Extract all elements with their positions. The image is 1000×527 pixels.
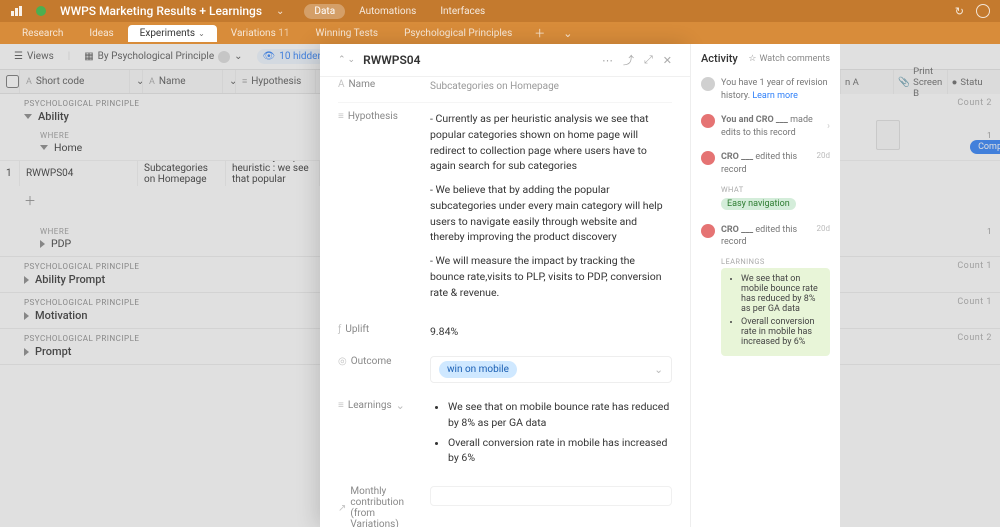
activity-title: Activity [701,52,738,65]
tab-ideas[interactable]: Ideas [77,25,125,42]
field-label-monthly: Monthly contribution (from Variations) [350,486,418,527]
avatar [701,224,715,238]
field-value-name[interactable]: Subcategories on Homepage [430,79,672,94]
activity-section-label: LEARNINGS [721,257,830,266]
expand-icon[interactable]: ⤢ [644,53,653,67]
tab-psychological-principles[interactable]: Psychological Principles [392,25,524,42]
avatar [701,77,715,91]
field-value-uplift[interactable]: 9.84% [430,324,672,340]
field-label-hypothesis: Hypothesis [348,111,398,122]
chevron-up-icon[interactable]: ⌃ [338,55,346,65]
learn-more-link[interactable]: Learn more [752,91,798,101]
field-label-name: Name [349,79,376,90]
field-value-outcome[interactable]: win on mobile ⌄ [430,356,672,383]
tab-research[interactable]: Research [10,25,75,42]
record-nav[interactable]: ⌃⌄ [338,55,355,65]
close-icon[interactable]: ✕ [663,54,672,67]
tab-winning-tests[interactable]: Winning Tests [303,25,390,42]
help-icon[interactable] [976,4,990,18]
avatar [701,151,715,165]
nav-pill-automations[interactable]: Automations [349,4,426,19]
table-tabs: Research Ideas Experiments⌄ Variations 1… [0,22,1000,44]
field-value-hypothesis[interactable]: - Currently as per heuristic analysis we… [430,111,672,308]
field-label-learnings: Learnings [348,400,392,411]
watch-comments-button[interactable]: ☆ Watch comments [748,54,830,64]
outcome-tag[interactable]: win on mobile [439,361,517,378]
avatar [701,114,715,128]
tab-experiments[interactable]: Experiments⌄ [128,25,217,42]
field-label-uplift: Uplift [345,324,369,335]
activity-item: You have 1 year of revision history. Lea… [701,71,830,108]
chevron-down-icon[interactable]: ⌄ [654,362,663,378]
field-label-outcome: Outcome [351,356,392,367]
history-icon[interactable]: ↻ [955,5,964,18]
add-table-button[interactable]: ＋ [526,25,553,41]
chevron-down-icon[interactable]: ⌄ [276,6,284,17]
activity-learnings-card: We see that on mobile bounce rate has re… [721,268,830,356]
app-header: WWPS Marketing Results + Learnings ⌄ Dat… [0,0,1000,44]
chevron-down-icon[interactable]: ⌄ [348,55,356,65]
field-value-learnings[interactable]: We see that on mobile bounce rate has re… [430,399,672,470]
activity-chip: Easy navigation [721,198,796,210]
chevron-right-icon[interactable]: › [827,121,830,132]
activity-time: 20d [816,224,830,249]
nav-pill-interfaces[interactable]: Interfaces [430,4,495,19]
tab-menu-chevron[interactable]: ⌄ [555,27,580,40]
record-title: RWWPS04 [363,53,420,67]
tab-variations[interactable]: Variations 11 [219,25,302,42]
base-title[interactable]: WWPS Marketing Results + Learnings [60,4,262,18]
base-color-dot [36,6,46,16]
activity-section-label: WHAT [721,185,830,194]
share-icon[interactable]: ⤴ [623,52,634,68]
record-detail-panel: ⌃⌄ RWWPS04 ⋯ ⤴ ⤢ ✕ AName Subcategories o… [320,44,690,527]
nav-pill-data[interactable]: Data [304,4,345,19]
activity-item[interactable]: You and CRO ___ made edits to this recor… [701,108,830,145]
field-value-monthly[interactable] [430,486,672,506]
activity-item: CRO ___ edited this record 20d [701,218,830,255]
base-icon [10,5,22,17]
activity-item: CRO ___ edited this record 20d [701,145,830,182]
activity-time: 20d [816,151,830,176]
activity-sidebar: Activity ☆ Watch comments You have 1 yea… [690,44,840,527]
more-icon[interactable]: ⋯ [602,54,613,67]
